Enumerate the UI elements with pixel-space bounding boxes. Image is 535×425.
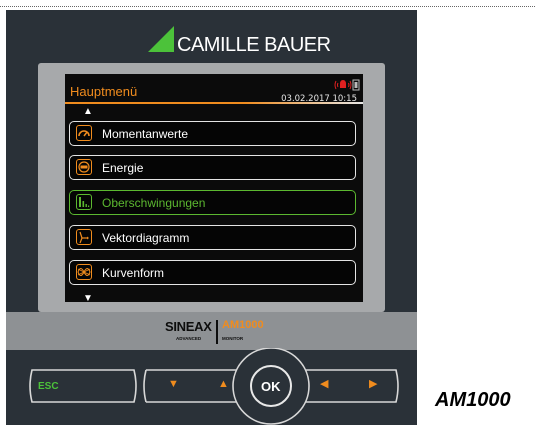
logo-name: SINEAX bbox=[165, 319, 212, 334]
esc-button[interactable]: ESC bbox=[38, 381, 59, 392]
scroll-down-indicator: ▼ bbox=[83, 293, 93, 302]
brand-name: CAMILLE BAUER bbox=[177, 34, 331, 56]
model-caption: AM1000 bbox=[435, 389, 511, 411]
logo-sub-right: MONITOR bbox=[222, 336, 244, 341]
menu-item-vektordiagramm[interactable]: Vektordiagramm bbox=[69, 225, 356, 250]
menu-item-kurvenform[interactable]: Kurvenform bbox=[69, 260, 356, 285]
memory-card-icon bbox=[352, 79, 360, 91]
brand-header: CAMILLE BAUER bbox=[6, 10, 417, 60]
alarm-bell-icon bbox=[334, 80, 352, 90]
logo-separator bbox=[216, 320, 218, 344]
menu-item-label: Energie bbox=[102, 161, 144, 175]
status-icons bbox=[334, 79, 360, 91]
logo-sub-left: ADVANCED bbox=[176, 336, 202, 341]
keypad-outline bbox=[29, 348, 399, 425]
ok-button[interactable]: OK bbox=[261, 379, 281, 394]
display-screen: Hauptmenü 03.02.2017 10:15 ▲ Momentanwer… bbox=[65, 74, 363, 302]
logo-model-tag: AM1000 bbox=[222, 319, 264, 331]
up-button[interactable]: ▲ bbox=[218, 379, 229, 390]
menu-item-momentanwerte[interactable]: Momentanwerte bbox=[69, 121, 356, 146]
device-front-panel: CAMILLE BAUER Hauptmenü 03.02.2017 10:15… bbox=[6, 10, 417, 425]
top-dotted-rule bbox=[0, 6, 535, 7]
menu-item-label: Momentanwerte bbox=[102, 127, 189, 141]
menu-item-energie[interactable]: Energie bbox=[69, 155, 356, 180]
vector-diagram-icon bbox=[76, 229, 92, 245]
menu-item-oberschwingungen[interactable]: Oberschwingungen bbox=[69, 190, 356, 215]
menu-item-label: Oberschwingungen bbox=[102, 196, 206, 210]
energy-meter-icon bbox=[76, 159, 92, 175]
menu-item-label: Vektordiagramm bbox=[102, 231, 190, 245]
right-button[interactable]: ▶ bbox=[369, 379, 377, 390]
waveform-icon bbox=[76, 264, 92, 280]
gauge-icon bbox=[76, 125, 92, 141]
menu-item-label: Kurvenform bbox=[102, 266, 165, 280]
logo-panel: SINEAX AM1000 ADVANCED MONITOR bbox=[6, 312, 417, 350]
left-button[interactable]: ◀ bbox=[320, 379, 328, 390]
harmonics-icon bbox=[76, 194, 92, 210]
page-title: Hauptmenü bbox=[70, 84, 138, 99]
down-button[interactable]: ▼ bbox=[168, 379, 179, 390]
scroll-up-indicator: ▲ bbox=[83, 106, 93, 117]
header-underline bbox=[65, 102, 363, 104]
